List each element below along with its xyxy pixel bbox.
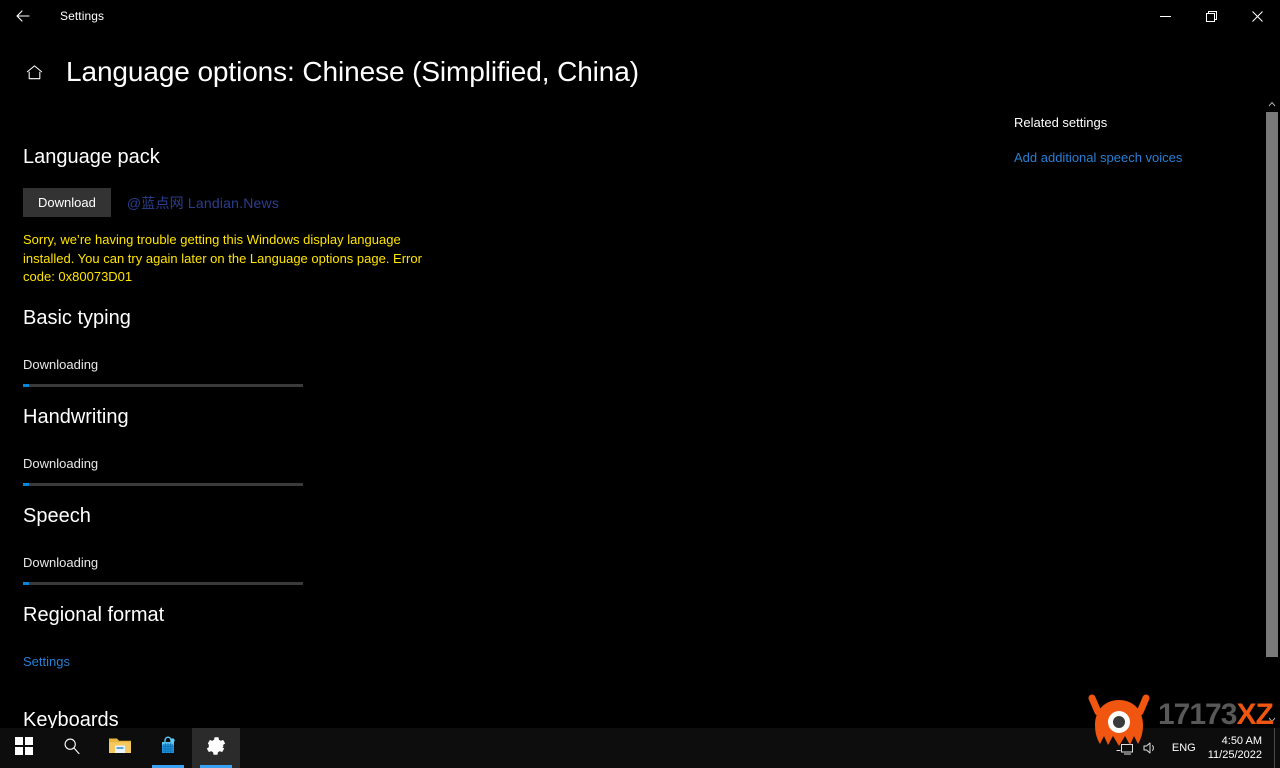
windows-logo-icon <box>15 736 33 760</box>
title-bar: Settings <box>0 0 1280 32</box>
clock-date: 11/25/2022 <box>1207 749 1262 761</box>
page-title: Language options: Chinese (Simplified, C… <box>66 56 639 87</box>
language-pack-heading: Language pack <box>23 146 160 168</box>
basic-typing-status: Downloading <box>23 357 99 372</box>
keyboards-heading: Keyboards <box>23 709 119 728</box>
speech-status: Downloading <box>23 555 99 570</box>
regional-format-section: Regional format Settings <box>23 602 164 671</box>
inline-site-watermark: @蓝点网 Landian.News <box>126 194 280 211</box>
download-row: Download @蓝点网 Landian.News <box>23 188 455 217</box>
minimize-icon <box>1159 11 1171 22</box>
scroll-down-button[interactable] <box>1264 712 1280 728</box>
network-monitor-icon[interactable] <box>1112 728 1138 768</box>
related-settings-column: Related settings Add additional speech v… <box>1014 114 1244 167</box>
window-controls <box>1142 0 1280 32</box>
keyboards-section: Keyboards <box>23 707 119 728</box>
speech-section: Speech Downloading <box>23 503 303 585</box>
minimize-button[interactable] <box>1142 0 1188 32</box>
page-header: Language options: Chinese (Simplified, C… <box>0 48 1280 96</box>
language-indicator[interactable]: ENG <box>1164 742 1204 754</box>
maximize-button[interactable] <box>1188 0 1234 32</box>
handwriting-progress-bar <box>23 483 303 486</box>
speech-progress-bar <box>23 582 303 585</box>
related-settings-heading: Related settings <box>1014 115 1108 130</box>
vertical-scrollbar[interactable] <box>1264 96 1280 728</box>
taskbar: ENG 4:50 AM 11/25/2022 <box>0 728 1280 768</box>
show-desktop-button[interactable] <box>1274 728 1280 768</box>
restore-icon <box>1205 10 1217 22</box>
file-explorer-button[interactable] <box>96 728 144 768</box>
close-button[interactable] <box>1234 0 1280 32</box>
gear-icon <box>206 736 226 761</box>
speech-heading: Speech <box>23 505 91 527</box>
content-area: Language pack Download @蓝点网 Landian.News… <box>0 96 1262 728</box>
scrollbar-thumb[interactable] <box>1266 112 1278 657</box>
handwriting-heading: Handwriting <box>23 406 129 428</box>
microsoft-store-button[interactable] <box>144 728 192 768</box>
start-button[interactable] <box>0 728 48 768</box>
home-icon[interactable] <box>22 60 46 84</box>
settings-window: Settings Language options: Chinese (Simp… <box>0 0 1280 768</box>
store-bag-icon <box>158 736 178 761</box>
clock[interactable]: 4:50 AM 11/25/2022 <box>1204 734 1274 762</box>
regional-format-settings-link[interactable]: Settings <box>23 653 70 671</box>
back-button[interactable] <box>0 0 46 32</box>
handwriting-status: Downloading <box>23 456 99 471</box>
back-arrow-icon <box>15 8 31 24</box>
scroll-up-button[interactable] <box>1264 96 1280 112</box>
add-speech-voices-link[interactable]: Add additional speech voices <box>1014 149 1182 167</box>
search-icon <box>63 737 81 760</box>
language-pack-error-message: Sorry, we’re having trouble getting this… <box>23 232 422 284</box>
settings-button[interactable] <box>192 728 240 768</box>
regional-format-heading: Regional format <box>23 604 165 626</box>
handwriting-section: Handwriting Downloading <box>23 404 303 486</box>
clock-time: 4:50 AM <box>1221 735 1262 747</box>
basic-typing-section: Basic typing Downloading <box>23 305 303 387</box>
speech-progress-fill <box>23 582 29 585</box>
window-title: Settings <box>60 9 105 23</box>
system-tray: ENG 4:50 AM 11/25/2022 <box>1112 728 1280 768</box>
handwriting-progress-fill <box>23 483 29 486</box>
basic-typing-progress-bar <box>23 384 303 387</box>
close-icon <box>1251 10 1263 22</box>
language-pack-section: Language pack Download @蓝点网 Landian.News… <box>23 144 455 287</box>
basic-typing-heading: Basic typing <box>23 307 131 329</box>
basic-typing-progress-fill <box>23 384 29 387</box>
search-button[interactable] <box>48 728 96 768</box>
speaker-icon[interactable] <box>1138 728 1164 768</box>
folder-icon <box>109 736 131 760</box>
download-button[interactable]: Download <box>23 188 111 217</box>
